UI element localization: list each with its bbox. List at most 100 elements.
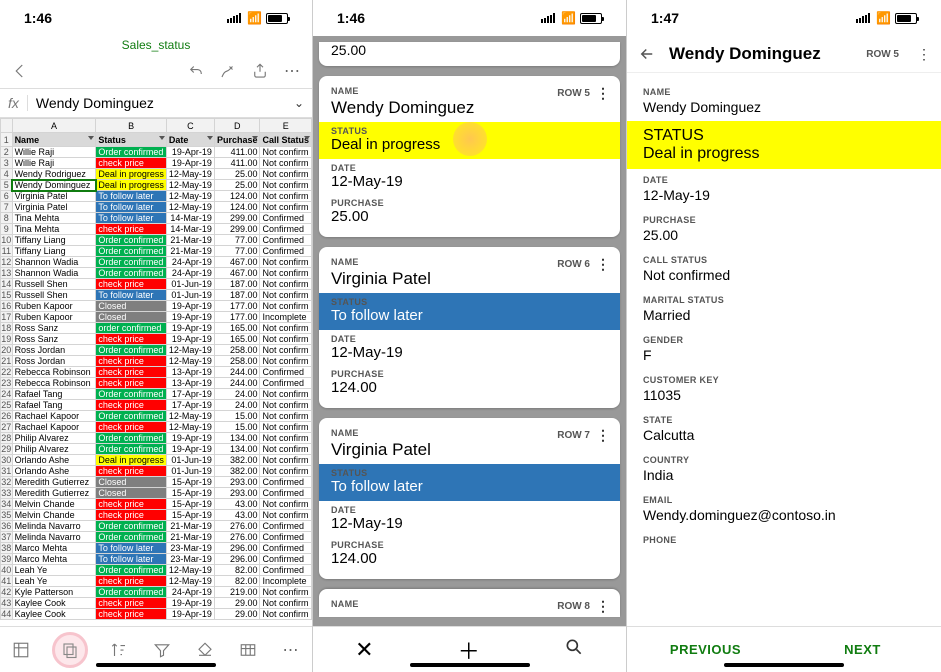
document-title[interactable]: Sales_status xyxy=(0,36,312,54)
corner-cell[interactable] xyxy=(1,119,13,133)
date-cell[interactable]: 12-May-19 xyxy=(166,565,214,576)
row-number[interactable]: 14 xyxy=(1,279,13,290)
date-cell[interactable]: 24-Apr-19 xyxy=(166,268,214,279)
callstatus-cell[interactable]: Not confirm xyxy=(260,466,312,477)
date-cell[interactable]: 17-Apr-19 xyxy=(166,389,214,400)
row-number[interactable]: 9 xyxy=(1,224,13,235)
date-cell[interactable]: 14-Mar-19 xyxy=(166,213,214,224)
row-number[interactable]: 30 xyxy=(1,455,13,466)
name-cell[interactable]: Marco Mehta xyxy=(12,543,96,554)
detail-body[interactable]: NAMEWendy DominguezSTATUSDeal in progres… xyxy=(627,73,941,561)
status-cell[interactable]: Deal in progress xyxy=(96,169,167,180)
row-number[interactable]: 25 xyxy=(1,400,13,411)
date-cell[interactable]: 19-Apr-19 xyxy=(166,334,214,345)
status-cell[interactable]: To follow later xyxy=(96,191,167,202)
status-cell[interactable]: To follow later xyxy=(96,543,167,554)
status-cell[interactable]: Order confirmed xyxy=(96,268,167,279)
callstatus-cell[interactable]: Not confirm xyxy=(260,268,312,279)
date-cell[interactable]: 12-May-19 xyxy=(166,576,214,587)
row-number[interactable]: 17 xyxy=(1,312,13,323)
detail-field[interactable]: DATE12-May-19 xyxy=(627,169,941,209)
table-row[interactable]: 3Willie Rajicheck price19-Apr-19411.00No… xyxy=(1,158,312,169)
purchase-cell[interactable]: 219.00 xyxy=(214,587,260,598)
status-cell[interactable]: order confirmed xyxy=(96,323,167,334)
purchase-cell[interactable]: 29.00 xyxy=(214,609,260,620)
purchase-cell[interactable]: 177.00 xyxy=(214,301,260,312)
status-cell[interactable]: Closed xyxy=(96,488,167,499)
record-card[interactable]: NAMEWendy DominguezROW 5 ⋮ STATUSDeal in… xyxy=(319,76,620,237)
purchase-cell[interactable]: 134.00 xyxy=(214,433,260,444)
row-number[interactable]: 23 xyxy=(1,378,13,389)
close-icon[interactable]: ✕ xyxy=(355,637,373,663)
status-cell[interactable]: Closed xyxy=(96,477,167,488)
date-cell[interactable]: 19-Apr-19 xyxy=(166,301,214,312)
purchase-cell[interactable]: 293.00 xyxy=(214,477,260,488)
name-cell[interactable]: Virginia Patel xyxy=(12,191,96,202)
callstatus-cell[interactable]: Not confirm xyxy=(260,202,312,213)
callstatus-cell[interactable]: Confirmed xyxy=(260,521,312,532)
callstatus-cell[interactable]: Confirmed xyxy=(260,224,312,235)
row-number[interactable]: 15 xyxy=(1,290,13,301)
callstatus-cell[interactable]: Confirmed xyxy=(260,477,312,488)
callstatus-cell[interactable]: Confirmed xyxy=(260,367,312,378)
purchase-cell[interactable]: 29.00 xyxy=(214,598,260,609)
purchase-cell[interactable]: 165.00 xyxy=(214,323,260,334)
callstatus-cell[interactable]: Not confirm xyxy=(260,345,312,356)
purchase-cell[interactable]: 411.00 xyxy=(214,147,260,158)
table-row[interactable]: 28Philip AlvarezOrder confirmed19-Apr-19… xyxy=(1,433,312,444)
table-header[interactable]: Date xyxy=(166,133,214,147)
row-number[interactable]: 11 xyxy=(1,246,13,257)
row-number[interactable]: 36 xyxy=(1,521,13,532)
row-number[interactable]: 22 xyxy=(1,367,13,378)
status-cell[interactable]: Closed xyxy=(96,301,167,312)
row-number[interactable]: 1 xyxy=(1,133,13,147)
table-row[interactable]: 31Orlando Ashecheck price01-Jun-19382.00… xyxy=(1,466,312,477)
row-number[interactable]: 24 xyxy=(1,389,13,400)
record-card[interactable]: NAMEVirginia PatelROW 7 ⋮ STATUSTo follo… xyxy=(319,418,620,579)
purchase-cell[interactable]: 296.00 xyxy=(214,543,260,554)
cards-scroll[interactable]: 25.00 NAMEWendy DominguezROW 5 ⋮ STATUSD… xyxy=(313,36,626,626)
purchase-cell[interactable]: 258.00 xyxy=(214,345,260,356)
status-cell[interactable]: check price xyxy=(96,598,167,609)
status-cell[interactable]: Order confirmed xyxy=(96,521,167,532)
table-row[interactable]: 18Ross Sanzorder confirmed19-Apr-19165.0… xyxy=(1,323,312,334)
callstatus-cell[interactable]: Not confirm xyxy=(260,598,312,609)
callstatus-cell[interactable]: Not confirm xyxy=(260,609,312,620)
date-cell[interactable]: 23-Mar-19 xyxy=(166,554,214,565)
detail-field[interactable]: NAMEWendy Dominguez xyxy=(627,81,941,121)
status-cell[interactable]: Order confirmed xyxy=(96,235,167,246)
name-cell[interactable]: Ross Sanz xyxy=(12,323,96,334)
date-cell[interactable]: 19-Apr-19 xyxy=(166,147,214,158)
date-cell[interactable]: 12-May-19 xyxy=(166,180,214,191)
purchase-cell[interactable]: 382.00 xyxy=(214,466,260,477)
purchase-cell[interactable]: 177.00 xyxy=(214,312,260,323)
purchase-cell[interactable]: 24.00 xyxy=(214,400,260,411)
row-number[interactable]: 20 xyxy=(1,345,13,356)
callstatus-cell[interactable]: Not confirm xyxy=(260,279,312,290)
status-cell[interactable]: To follow later xyxy=(96,554,167,565)
purchase-cell[interactable]: 187.00 xyxy=(214,279,260,290)
callstatus-cell[interactable]: Not confirm xyxy=(260,257,312,268)
date-cell[interactable]: 13-Apr-19 xyxy=(166,378,214,389)
table-row[interactable]: 4Wendy RodriguezDeal in progress12-May-1… xyxy=(1,169,312,180)
status-cell[interactable]: check price xyxy=(96,422,167,433)
date-cell[interactable]: 21-Mar-19 xyxy=(166,246,214,257)
row-number[interactable]: 34 xyxy=(1,499,13,510)
table-row[interactable]: 41Leah Yecheck price12-May-1982.00Incomp… xyxy=(1,576,312,587)
home-indicator[interactable] xyxy=(410,663,530,667)
row-number[interactable]: 32 xyxy=(1,477,13,488)
back-icon[interactable] xyxy=(10,61,30,81)
status-cell[interactable]: check price xyxy=(96,224,167,235)
detail-field[interactable]: PHONE xyxy=(627,529,941,553)
status-cell[interactable]: check price xyxy=(96,466,167,477)
purchase-cell[interactable]: 258.00 xyxy=(214,356,260,367)
row-number[interactable]: 42 xyxy=(1,587,13,598)
purchase-cell[interactable]: 43.00 xyxy=(214,499,260,510)
detail-status-field[interactable]: STATUSDeal in progress xyxy=(627,121,941,169)
row-number[interactable]: 31 xyxy=(1,466,13,477)
name-cell[interactable]: Tina Mehta xyxy=(12,224,96,235)
record-card[interactable]: NAMEVirginia PatelROW 6 ⋮ STATUSTo follo… xyxy=(319,247,620,408)
callstatus-cell[interactable]: Not confirm xyxy=(260,334,312,345)
table-row[interactable]: 25Rafael Tangcheck price17-Apr-1924.00No… xyxy=(1,400,312,411)
callstatus-cell[interactable]: Confirmed xyxy=(260,488,312,499)
